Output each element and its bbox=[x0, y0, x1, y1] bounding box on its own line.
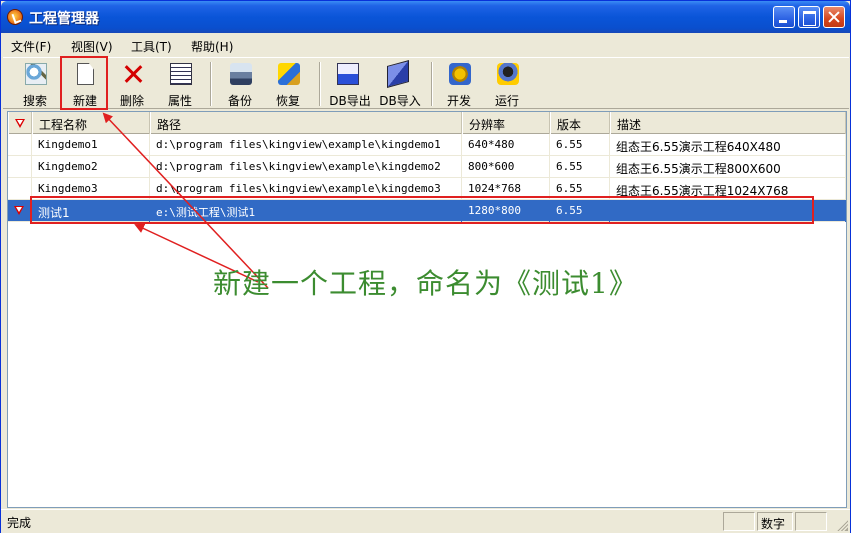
delete-button[interactable]: 删除 bbox=[110, 60, 154, 108]
new-label: 新建 bbox=[72, 94, 97, 108]
num-lock-indicator: 数字 bbox=[757, 512, 793, 531]
delete-label: 删除 bbox=[119, 94, 144, 108]
version-cell: 6.55 bbox=[550, 156, 610, 178]
menu-help[interactable]: 帮助(H) bbox=[191, 38, 233, 55]
project-name-cell: Kingdemo1 bbox=[32, 134, 150, 156]
list-header: 工程名称 路径 分辨率 版本 描述 bbox=[8, 112, 846, 134]
window-title: 工程管理器 bbox=[29, 11, 99, 27]
run-label: 运行 bbox=[494, 94, 519, 108]
resolution-cell: 1280*800 bbox=[462, 200, 550, 222]
search-icon bbox=[25, 63, 47, 85]
search-label: 搜索 bbox=[22, 94, 47, 108]
run-icon bbox=[497, 63, 519, 85]
db-import-button[interactable]: DB导入 bbox=[375, 60, 425, 108]
app-logo-icon bbox=[7, 9, 23, 25]
backup-label: 备份 bbox=[227, 94, 252, 108]
backup-button[interactable]: 备份 bbox=[218, 60, 262, 108]
column-header-name[interactable]: 工程名称 bbox=[32, 112, 150, 134]
new-document-icon bbox=[77, 63, 94, 85]
description-cell bbox=[610, 200, 846, 222]
version-cell: 6.55 bbox=[550, 200, 610, 222]
toolbar: 搜索 新建 删除 属性 备份 恢复 DB导出 DB导入 开发 运行 bbox=[3, 57, 849, 109]
default-flag-icon bbox=[15, 119, 25, 128]
develop-button[interactable]: 开发 bbox=[437, 60, 481, 108]
column-header-description[interactable]: 描述 bbox=[610, 112, 846, 134]
status-bar: 完成 数字 bbox=[1, 509, 850, 533]
column-header-path[interactable]: 路径 bbox=[150, 112, 462, 134]
restore-icon bbox=[278, 63, 300, 85]
project-path-cell: d:\program files\kingview\example\kingde… bbox=[150, 134, 462, 156]
table-row[interactable]: Kingdemo3 d:\program files\kingview\exam… bbox=[8, 178, 846, 200]
row-flag-cell bbox=[8, 200, 32, 222]
status-text: 完成 bbox=[7, 516, 32, 530]
project-path-cell: e:\测试工程\测试1 bbox=[150, 200, 462, 222]
minimize-button[interactable] bbox=[773, 6, 795, 28]
delete-x-icon bbox=[122, 63, 144, 85]
current-project-flag-icon bbox=[14, 206, 24, 215]
menu-view[interactable]: 视图(V) bbox=[71, 38, 113, 55]
row-flag-cell bbox=[8, 134, 32, 156]
backup-icon bbox=[230, 63, 252, 85]
table-row-selected[interactable]: 测试1 e:\测试工程\测试1 1280*800 6.55 bbox=[8, 200, 846, 222]
db-export-button[interactable]: DB导出 bbox=[325, 60, 375, 108]
project-list[interactable]: 工程名称 路径 分辨率 版本 描述 Kingdemo1 d:\program f… bbox=[7, 111, 847, 508]
project-name-cell: Kingdemo2 bbox=[32, 156, 150, 178]
description-cell: 组态王6.55演示工程1024X768 bbox=[610, 178, 846, 200]
restore-label: 恢复 bbox=[275, 94, 300, 108]
column-header-resolution[interactable]: 分辨率 bbox=[462, 112, 550, 134]
resolution-cell: 800*600 bbox=[462, 156, 550, 178]
version-cell: 6.55 bbox=[550, 134, 610, 156]
toolbar-separator bbox=[319, 62, 321, 106]
table-row[interactable]: Kingdemo1 d:\program files\kingview\exam… bbox=[8, 134, 846, 156]
status-pane bbox=[795, 512, 827, 531]
maximize-button[interactable] bbox=[798, 6, 820, 28]
column-header-flag[interactable] bbox=[8, 112, 32, 134]
close-button[interactable] bbox=[823, 6, 845, 28]
menu-file[interactable]: 文件(F) bbox=[11, 38, 51, 55]
toolbar-separator bbox=[210, 62, 212, 106]
menu-bar: 文件(F) 视图(V) 工具(T) 帮助(H) bbox=[1, 34, 850, 56]
db-import-icon bbox=[387, 60, 409, 88]
description-cell: 组态王6.55演示工程800X600 bbox=[610, 156, 846, 178]
properties-label: 属性 bbox=[167, 94, 192, 108]
title-bar[interactable]: 工程管理器 bbox=[1, 1, 850, 33]
column-header-version[interactable]: 版本 bbox=[550, 112, 610, 134]
project-path-cell: d:\program files\kingview\example\kingde… bbox=[150, 156, 462, 178]
row-flag-cell bbox=[8, 156, 32, 178]
run-button[interactable]: 运行 bbox=[485, 60, 529, 108]
properties-button[interactable]: 属性 bbox=[158, 60, 202, 108]
db-import-label: DB导入 bbox=[379, 94, 421, 108]
resolution-cell: 640*480 bbox=[462, 134, 550, 156]
row-flag-cell bbox=[8, 178, 32, 200]
search-button[interactable]: 搜索 bbox=[13, 60, 57, 108]
new-project-button[interactable]: 新建 bbox=[63, 60, 107, 108]
description-cell: 组态王6.55演示工程640X480 bbox=[610, 134, 846, 156]
toolbar-separator bbox=[431, 62, 433, 106]
resolution-cell: 1024*768 bbox=[462, 178, 550, 200]
project-name-cell: 测试1 bbox=[32, 200, 150, 222]
properties-icon bbox=[170, 63, 192, 85]
status-pane bbox=[723, 512, 755, 531]
restore-button[interactable]: 恢复 bbox=[266, 60, 310, 108]
resize-grip[interactable] bbox=[836, 519, 848, 531]
menu-tools[interactable]: 工具(T) bbox=[131, 38, 172, 55]
project-path-cell: d:\program files\kingview\example\kingde… bbox=[150, 178, 462, 200]
table-row[interactable]: Kingdemo2 d:\program files\kingview\exam… bbox=[8, 156, 846, 178]
project-manager-window: 工程管理器 文件(F) 视图(V) 工具(T) 帮助(H) 搜索 新建 删除 属… bbox=[0, 0, 851, 533]
develop-label: 开发 bbox=[446, 94, 471, 108]
version-cell: 6.55 bbox=[550, 178, 610, 200]
db-export-icon bbox=[337, 63, 359, 85]
project-name-cell: Kingdemo3 bbox=[32, 178, 150, 200]
develop-gear-icon bbox=[449, 63, 471, 85]
db-export-label: DB导出 bbox=[329, 94, 371, 108]
